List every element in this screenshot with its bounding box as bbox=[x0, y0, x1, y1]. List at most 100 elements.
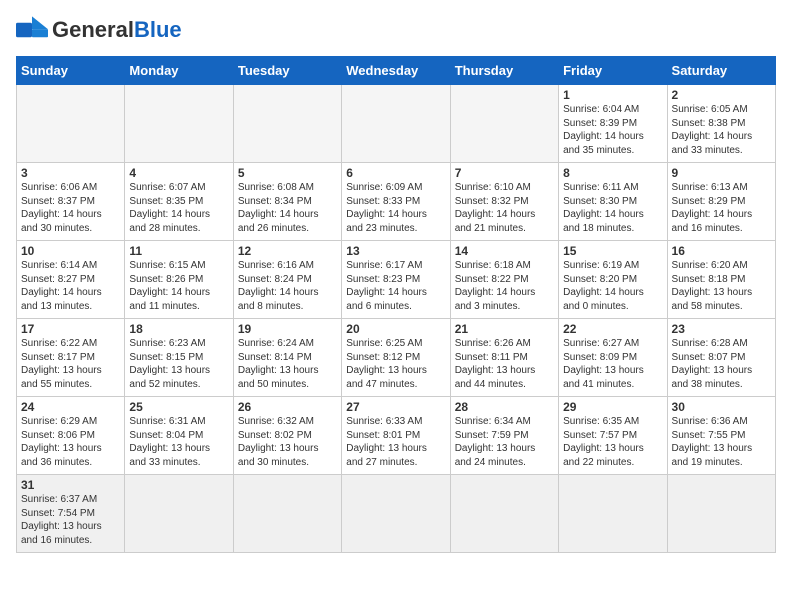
day-number: 8 bbox=[563, 166, 662, 180]
calendar-cell: 14Sunrise: 6:18 AM Sunset: 8:22 PM Dayli… bbox=[450, 241, 558, 319]
calendar-cell: 25Sunrise: 6:31 AM Sunset: 8:04 PM Dayli… bbox=[125, 397, 233, 475]
calendar-cell: 23Sunrise: 6:28 AM Sunset: 8:07 PM Dayli… bbox=[667, 319, 775, 397]
day-info: Sunrise: 6:24 AM Sunset: 8:14 PM Dayligh… bbox=[238, 337, 337, 391]
day-number: 21 bbox=[455, 322, 554, 336]
logo: GeneralBlue bbox=[16, 16, 182, 44]
day-info: Sunrise: 6:04 AM Sunset: 8:39 PM Dayligh… bbox=[563, 103, 662, 157]
calendar-cell: 30Sunrise: 6:36 AM Sunset: 7:55 PM Dayli… bbox=[667, 397, 775, 475]
day-info: Sunrise: 6:28 AM Sunset: 8:07 PM Dayligh… bbox=[672, 337, 771, 391]
calendar-cell bbox=[233, 475, 341, 553]
calendar-week-row: 1Sunrise: 6:04 AM Sunset: 8:39 PM Daylig… bbox=[17, 85, 776, 163]
calendar-cell: 27Sunrise: 6:33 AM Sunset: 8:01 PM Dayli… bbox=[342, 397, 450, 475]
day-info: Sunrise: 6:25 AM Sunset: 8:12 PM Dayligh… bbox=[346, 337, 445, 391]
day-number: 26 bbox=[238, 400, 337, 414]
calendar-cell: 9Sunrise: 6:13 AM Sunset: 8:29 PM Daylig… bbox=[667, 163, 775, 241]
day-info: Sunrise: 6:07 AM Sunset: 8:35 PM Dayligh… bbox=[129, 181, 228, 235]
day-number: 28 bbox=[455, 400, 554, 414]
calendar-cell: 2Sunrise: 6:05 AM Sunset: 8:38 PM Daylig… bbox=[667, 85, 775, 163]
day-number: 3 bbox=[21, 166, 120, 180]
calendar-cell: 13Sunrise: 6:17 AM Sunset: 8:23 PM Dayli… bbox=[342, 241, 450, 319]
calendar-cell bbox=[450, 475, 558, 553]
day-info: Sunrise: 6:37 AM Sunset: 7:54 PM Dayligh… bbox=[21, 493, 120, 547]
day-info: Sunrise: 6:34 AM Sunset: 7:59 PM Dayligh… bbox=[455, 415, 554, 469]
day-number: 2 bbox=[672, 88, 771, 102]
day-number: 9 bbox=[672, 166, 771, 180]
day-info: Sunrise: 6:13 AM Sunset: 8:29 PM Dayligh… bbox=[672, 181, 771, 235]
calendar-cell bbox=[233, 85, 341, 163]
calendar-cell bbox=[125, 85, 233, 163]
day-info: Sunrise: 6:17 AM Sunset: 8:23 PM Dayligh… bbox=[346, 259, 445, 313]
calendar-cell: 15Sunrise: 6:19 AM Sunset: 8:20 PM Dayli… bbox=[559, 241, 667, 319]
day-number: 11 bbox=[129, 244, 228, 258]
col-header-saturday: Saturday bbox=[667, 57, 775, 85]
calendar-cell: 11Sunrise: 6:15 AM Sunset: 8:26 PM Dayli… bbox=[125, 241, 233, 319]
day-number: 16 bbox=[672, 244, 771, 258]
calendar-week-row: 3Sunrise: 6:06 AM Sunset: 8:37 PM Daylig… bbox=[17, 163, 776, 241]
calendar-cell: 16Sunrise: 6:20 AM Sunset: 8:18 PM Dayli… bbox=[667, 241, 775, 319]
day-number: 5 bbox=[238, 166, 337, 180]
calendar-cell: 5Sunrise: 6:08 AM Sunset: 8:34 PM Daylig… bbox=[233, 163, 341, 241]
calendar-cell: 10Sunrise: 6:14 AM Sunset: 8:27 PM Dayli… bbox=[17, 241, 125, 319]
day-info: Sunrise: 6:20 AM Sunset: 8:18 PM Dayligh… bbox=[672, 259, 771, 313]
day-info: Sunrise: 6:14 AM Sunset: 8:27 PM Dayligh… bbox=[21, 259, 120, 313]
day-info: Sunrise: 6:31 AM Sunset: 8:04 PM Dayligh… bbox=[129, 415, 228, 469]
page-header: GeneralBlue bbox=[16, 16, 776, 44]
logo-text: GeneralBlue bbox=[52, 17, 182, 43]
calendar-cell: 3Sunrise: 6:06 AM Sunset: 8:37 PM Daylig… bbox=[17, 163, 125, 241]
calendar-cell bbox=[342, 85, 450, 163]
day-number: 7 bbox=[455, 166, 554, 180]
calendar-cell: 28Sunrise: 6:34 AM Sunset: 7:59 PM Dayli… bbox=[450, 397, 558, 475]
calendar-cell: 7Sunrise: 6:10 AM Sunset: 8:32 PM Daylig… bbox=[450, 163, 558, 241]
day-info: Sunrise: 6:26 AM Sunset: 8:11 PM Dayligh… bbox=[455, 337, 554, 391]
calendar-cell: 24Sunrise: 6:29 AM Sunset: 8:06 PM Dayli… bbox=[17, 397, 125, 475]
day-number: 20 bbox=[346, 322, 445, 336]
day-info: Sunrise: 6:19 AM Sunset: 8:20 PM Dayligh… bbox=[563, 259, 662, 313]
day-info: Sunrise: 6:11 AM Sunset: 8:30 PM Dayligh… bbox=[563, 181, 662, 235]
day-number: 30 bbox=[672, 400, 771, 414]
day-info: Sunrise: 6:08 AM Sunset: 8:34 PM Dayligh… bbox=[238, 181, 337, 235]
calendar-cell: 18Sunrise: 6:23 AM Sunset: 8:15 PM Dayli… bbox=[125, 319, 233, 397]
calendar-cell: 31Sunrise: 6:37 AM Sunset: 7:54 PM Dayli… bbox=[17, 475, 125, 553]
calendar-table: SundayMondayTuesdayWednesdayThursdayFrid… bbox=[16, 56, 776, 553]
calendar-cell: 12Sunrise: 6:16 AM Sunset: 8:24 PM Dayli… bbox=[233, 241, 341, 319]
day-info: Sunrise: 6:06 AM Sunset: 8:37 PM Dayligh… bbox=[21, 181, 120, 235]
calendar-week-row: 31Sunrise: 6:37 AM Sunset: 7:54 PM Dayli… bbox=[17, 475, 776, 553]
calendar-cell: 21Sunrise: 6:26 AM Sunset: 8:11 PM Dayli… bbox=[450, 319, 558, 397]
day-number: 17 bbox=[21, 322, 120, 336]
day-number: 29 bbox=[563, 400, 662, 414]
day-number: 22 bbox=[563, 322, 662, 336]
col-header-sunday: Sunday bbox=[17, 57, 125, 85]
day-number: 13 bbox=[346, 244, 445, 258]
calendar-cell: 26Sunrise: 6:32 AM Sunset: 8:02 PM Dayli… bbox=[233, 397, 341, 475]
logo-icon bbox=[16, 16, 48, 44]
col-header-friday: Friday bbox=[559, 57, 667, 85]
calendar-cell: 20Sunrise: 6:25 AM Sunset: 8:12 PM Dayli… bbox=[342, 319, 450, 397]
day-number: 12 bbox=[238, 244, 337, 258]
day-info: Sunrise: 6:05 AM Sunset: 8:38 PM Dayligh… bbox=[672, 103, 771, 157]
calendar-cell bbox=[17, 85, 125, 163]
day-info: Sunrise: 6:27 AM Sunset: 8:09 PM Dayligh… bbox=[563, 337, 662, 391]
day-number: 24 bbox=[21, 400, 120, 414]
day-info: Sunrise: 6:29 AM Sunset: 8:06 PM Dayligh… bbox=[21, 415, 120, 469]
day-info: Sunrise: 6:15 AM Sunset: 8:26 PM Dayligh… bbox=[129, 259, 228, 313]
day-number: 10 bbox=[21, 244, 120, 258]
calendar-cell: 29Sunrise: 6:35 AM Sunset: 7:57 PM Dayli… bbox=[559, 397, 667, 475]
calendar-cell bbox=[125, 475, 233, 553]
col-header-wednesday: Wednesday bbox=[342, 57, 450, 85]
calendar-cell bbox=[450, 85, 558, 163]
day-number: 23 bbox=[672, 322, 771, 336]
calendar-cell: 4Sunrise: 6:07 AM Sunset: 8:35 PM Daylig… bbox=[125, 163, 233, 241]
col-header-tuesday: Tuesday bbox=[233, 57, 341, 85]
day-info: Sunrise: 6:36 AM Sunset: 7:55 PM Dayligh… bbox=[672, 415, 771, 469]
day-info: Sunrise: 6:23 AM Sunset: 8:15 PM Dayligh… bbox=[129, 337, 228, 391]
calendar-week-row: 24Sunrise: 6:29 AM Sunset: 8:06 PM Dayli… bbox=[17, 397, 776, 475]
day-number: 31 bbox=[21, 478, 120, 492]
day-info: Sunrise: 6:35 AM Sunset: 7:57 PM Dayligh… bbox=[563, 415, 662, 469]
day-info: Sunrise: 6:33 AM Sunset: 8:01 PM Dayligh… bbox=[346, 415, 445, 469]
day-number: 6 bbox=[346, 166, 445, 180]
calendar-cell: 22Sunrise: 6:27 AM Sunset: 8:09 PM Dayli… bbox=[559, 319, 667, 397]
day-info: Sunrise: 6:32 AM Sunset: 8:02 PM Dayligh… bbox=[238, 415, 337, 469]
day-number: 4 bbox=[129, 166, 228, 180]
day-info: Sunrise: 6:10 AM Sunset: 8:32 PM Dayligh… bbox=[455, 181, 554, 235]
day-info: Sunrise: 6:18 AM Sunset: 8:22 PM Dayligh… bbox=[455, 259, 554, 313]
